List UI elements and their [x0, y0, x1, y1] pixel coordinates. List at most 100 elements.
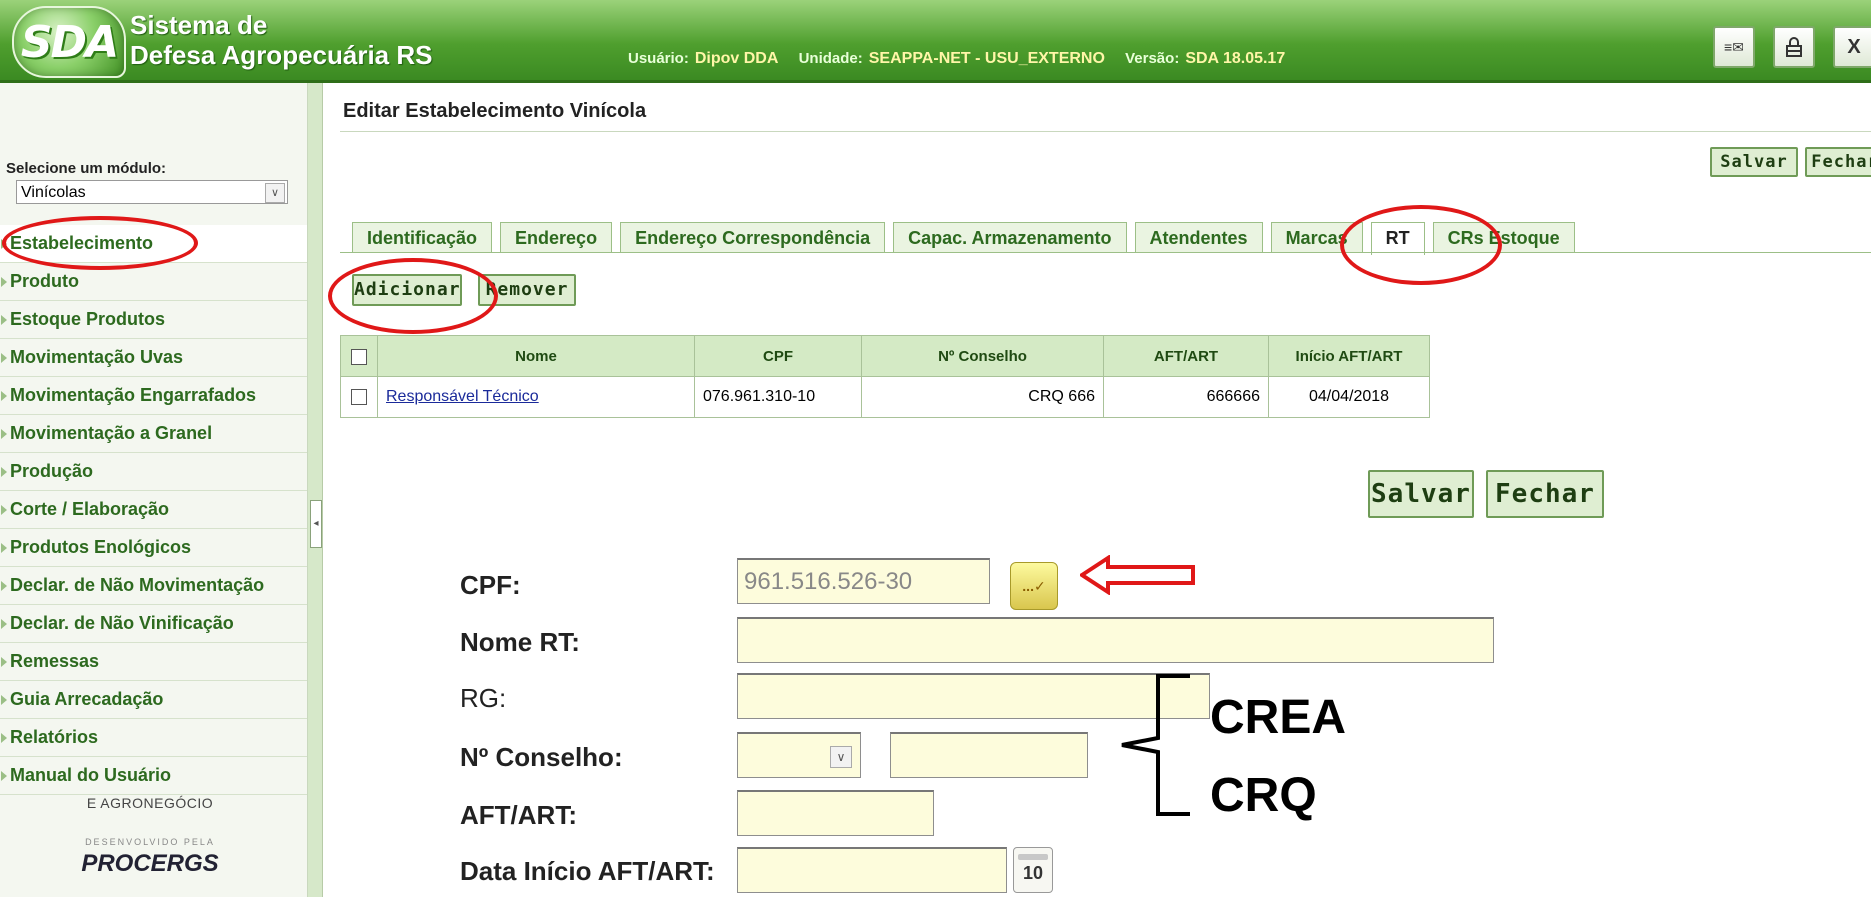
- col-aft-art[interactable]: AFT/ART: [1103, 335, 1269, 377]
- highlight-ellipse-estabelecimento: [2, 216, 198, 270]
- bullet-icon: [1, 657, 7, 667]
- developer-credit: DESENVOLVIDO PELA: [85, 837, 215, 847]
- sidebar-item-label: Movimentação Uvas: [10, 347, 184, 367]
- rt-name-link[interactable]: Responsável Técnico: [386, 388, 539, 405]
- bullet-icon: [1, 277, 7, 287]
- table-row: Responsável Técnico 076.961.310-10 CRQ 6…: [340, 376, 1430, 418]
- sidebar-item-label: Relatórios: [10, 727, 99, 747]
- sidebar-item-nao-movimentacao[interactable]: Declar. de Não Movimentação: [0, 567, 307, 605]
- sidebar-item-producao[interactable]: Produção: [0, 453, 307, 491]
- bullet-icon: [1, 315, 7, 325]
- module-select[interactable]: Vinícolas ∨: [16, 180, 288, 204]
- sidebar-item-corte-elaboracao[interactable]: Corte / Elaboração: [0, 491, 307, 529]
- bullet-icon: [1, 467, 7, 477]
- bullet-icon: [1, 505, 7, 515]
- sidebar-item-label: Produção: [10, 461, 94, 481]
- sidebar-item-guia-arrecadacao[interactable]: Guia Arrecadação: [0, 681, 307, 719]
- tab-capac-armazenamento[interactable]: Capac. Armazenamento: [893, 222, 1127, 253]
- crq-annotation: CRQ: [1210, 769, 1317, 822]
- bullet-icon: [1, 581, 7, 591]
- bullet-icon: [1, 733, 7, 743]
- highlight-ellipse-rt-tab: [1340, 205, 1502, 285]
- tab-identificacao[interactable]: Identificação: [352, 222, 493, 253]
- sidebar-menu: Estabelecimento Produto Estoque Produtos…: [0, 225, 307, 795]
- sidebar-item-estoque-produtos[interactable]: Estoque Produtos: [0, 301, 307, 339]
- calendar-icon[interactable]: 10: [1013, 847, 1053, 893]
- arrow-left-annotation: [1080, 555, 1195, 595]
- lock-button[interactable]: [1773, 26, 1815, 68]
- sidebar-item-label: Guia Arrecadação: [10, 689, 164, 709]
- close-form-button[interactable]: Fechar: [1486, 470, 1604, 518]
- aft-art-label: AFT/ART:: [460, 800, 577, 830]
- rt-table: Nome CPF Nº Conselho AFT/ART Início AFT/…: [340, 335, 1430, 418]
- sidebar-item-movimentacao-granel[interactable]: Movimentação a Granel: [0, 415, 307, 453]
- aft-art-input[interactable]: [737, 790, 934, 836]
- data-inicio-input[interactable]: [737, 847, 1007, 893]
- bullet-icon: [1, 543, 7, 553]
- tab-endereco[interactable]: Endereço: [500, 222, 613, 253]
- tab-atendentes[interactable]: Atendentes: [1134, 222, 1263, 253]
- sidebar-item-movimentacao-engarrafados[interactable]: Movimentação Engarrafados: [0, 377, 307, 415]
- sidebar-item-label: Declar. de Não Movimentação: [10, 575, 265, 595]
- sidebar-item-manual[interactable]: Manual do Usuário: [0, 757, 307, 795]
- collapse-sidebar-handle[interactable]: ◂: [310, 500, 322, 548]
- cpf-input[interactable]: 961.516.526-30: [737, 558, 990, 604]
- col-cpf[interactable]: CPF: [694, 335, 862, 377]
- cpf-label: CPF:: [460, 570, 521, 600]
- table-header-row: Nome CPF Nº Conselho AFT/ART Início AFT/…: [340, 335, 1430, 377]
- sidebar-item-produto[interactable]: Produto: [0, 263, 307, 301]
- col-nome[interactable]: Nome: [377, 335, 695, 377]
- cell-aft-art: 666666: [1103, 376, 1269, 418]
- conselho-label: Nº Conselho:: [460, 742, 623, 772]
- save-button[interactable]: Salvar: [1368, 470, 1474, 518]
- check-icon: ...✓: [1022, 577, 1046, 594]
- bullet-icon: [1, 695, 7, 705]
- top-close-button[interactable]: Fechar: [1805, 147, 1871, 177]
- select-all-cell: [340, 335, 378, 377]
- logo-text: SDA: [20, 16, 119, 68]
- rg-label: RG:: [460, 683, 507, 713]
- bullet-icon: [1, 429, 7, 439]
- app-title: Sistema de Defesa Agropecuária RS: [130, 10, 432, 70]
- cell-nome: Responsável Técnico: [377, 376, 695, 418]
- bullet-icon: [1, 771, 7, 781]
- lock-icon: [1786, 37, 1802, 57]
- row-checkbox[interactable]: [351, 388, 367, 405]
- version-label: Versão:: [1125, 50, 1180, 67]
- session-info: Usuário: Dipov DDA Unidade: SEAPPA-NET - U…: [628, 50, 1301, 68]
- sidebar-item-relatorios[interactable]: Relatórios: [0, 719, 307, 757]
- close-button[interactable]: X: [1833, 26, 1871, 68]
- envelope-icon: ≡✉: [1724, 38, 1744, 55]
- agro-footer-text: E AGRONEGÓCIO: [86, 795, 214, 811]
- sidebar-item-nao-vinificacao[interactable]: Declar. de Não Vinificação: [0, 605, 307, 643]
- col-inicio[interactable]: Início AFT/ART: [1268, 335, 1430, 377]
- sidebar-item-label: Produto: [10, 271, 79, 291]
- select-all-checkbox[interactable]: [351, 348, 367, 365]
- chevron-down-icon[interactable]: ∨: [830, 746, 852, 768]
- conselho-select[interactable]: ∨: [737, 732, 861, 778]
- sidebar-item-movimentacao-uvas[interactable]: Movimentação Uvas: [0, 339, 307, 377]
- tab-endereco-correspondencia[interactable]: Endereço Correspondência: [620, 222, 886, 253]
- tab-divider: [340, 252, 1871, 253]
- sidebar-item-label: Movimentação a Granel: [10, 423, 213, 443]
- sidebar-item-label: Corte / Elaboração: [10, 499, 170, 519]
- sidebar-item-remessas[interactable]: Remessas: [0, 643, 307, 681]
- conselho-number-input[interactable]: [890, 732, 1088, 778]
- unit-value: SEAPPA-NET - USU_EXTERNO: [868, 50, 1105, 67]
- col-conselho[interactable]: Nº Conselho: [861, 335, 1104, 377]
- sidebar-item-produtos-enologicos[interactable]: Produtos Enológicos: [0, 529, 307, 567]
- messages-button[interactable]: ≡✉: [1713, 26, 1755, 68]
- lookup-button[interactable]: ...✓: [1010, 562, 1058, 610]
- close-icon: X: [1847, 35, 1861, 58]
- chevron-down-icon[interactable]: ∨: [265, 183, 285, 203]
- app-title-line2: Defesa Agropecuária RS: [130, 40, 433, 70]
- version-value: SDA 18.05.17: [1185, 50, 1286, 67]
- highlight-ellipse-adicionar: [328, 258, 498, 334]
- sidebar-splitter[interactable]: [308, 83, 323, 897]
- crea-annotation: CREA: [1210, 691, 1347, 744]
- cell-cpf: 076.961.310-10: [694, 376, 862, 418]
- user-label: Usuário:: [628, 50, 689, 67]
- nome-rt-input[interactable]: [737, 617, 1494, 663]
- user-value: Dipov DDA: [694, 50, 779, 67]
- top-save-button[interactable]: Salvar: [1710, 147, 1798, 177]
